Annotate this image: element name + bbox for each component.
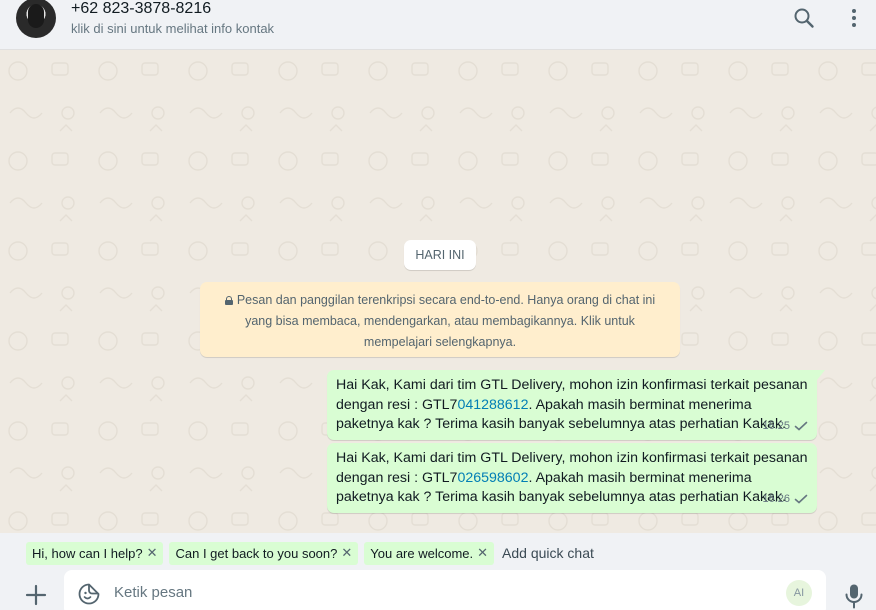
search-icon[interactable] (792, 6, 816, 30)
message-bubble[interactable]: Hai Kak, Kami dari tim GTL Delivery, moh… (327, 443, 817, 513)
remove-chip-icon[interactable]: ✕ (477, 545, 488, 561)
contact-avatar[interactable] (16, 0, 56, 38)
resi-number-link[interactable]: 041288612 (457, 397, 528, 413)
message-time: 16.25 (762, 419, 790, 432)
message-bubble[interactable]: Hai Kak, Kami dari tim GTL Delivery, moh… (327, 370, 825, 440)
ai-button[interactable]: AI (786, 580, 812, 606)
encryption-notice[interactable]: Pesan dan panggilan terenkripsi secara e… (200, 282, 680, 357)
quick-reply-label: Hi, how can I help? (32, 545, 143, 561)
message-time: 16.26 (762, 492, 790, 505)
resi-number-link[interactable]: 026598602 (457, 470, 528, 486)
add-quick-chat-button[interactable]: Add quick chat (502, 545, 594, 561)
quick-reply-chip[interactable]: Hi, how can I help? ✕ (26, 541, 164, 565)
quick-reply-chip[interactable]: You are welcome. ✕ (364, 541, 495, 565)
remove-chip-icon[interactable]: ✕ (147, 545, 158, 561)
microphone-icon[interactable] (843, 583, 865, 609)
chat-header: +62 823-3878-8216 klik di sini untuk mel… (0, 0, 876, 50)
quick-reply-chip[interactable]: Can I get back to you soon? ✕ (169, 541, 359, 565)
menu-dots-icon[interactable] (842, 6, 866, 30)
message-composer: AI (64, 570, 826, 610)
sticker-icon[interactable] (78, 583, 100, 605)
quick-reply-label: You are welcome. (370, 545, 474, 561)
encryption-notice-text: Pesan dan panggilan terenkripsi secara e… (236, 293, 656, 349)
contact-info-hint[interactable]: klik di sini untuk melihat info kontak (71, 21, 274, 36)
bubble-tail (817, 370, 825, 380)
lock-icon (224, 296, 233, 305)
quick-reply-label: Can I get back to you soon? (175, 545, 338, 561)
date-separator: HARI INI (404, 240, 476, 270)
single-check-icon (794, 494, 808, 504)
plus-icon[interactable] (24, 583, 48, 607)
single-check-icon (794, 421, 808, 431)
quick-replies-row: Hi, how can I help? ✕ Can I get back to … (26, 541, 594, 565)
message-meta: 16.25 (762, 417, 808, 437)
contact-name[interactable]: +62 823-3878-8216 (71, 0, 211, 18)
composer-footer: Hi, how can I help? ✕ Can I get back to … (0, 533, 876, 610)
chat-area[interactable]: HARI INI Pesan dan panggilan terenkripsi… (0, 51, 876, 533)
remove-chip-icon[interactable]: ✕ (341, 545, 352, 561)
message-meta: 16.26 (762, 490, 808, 510)
message-input[interactable] (114, 580, 774, 604)
